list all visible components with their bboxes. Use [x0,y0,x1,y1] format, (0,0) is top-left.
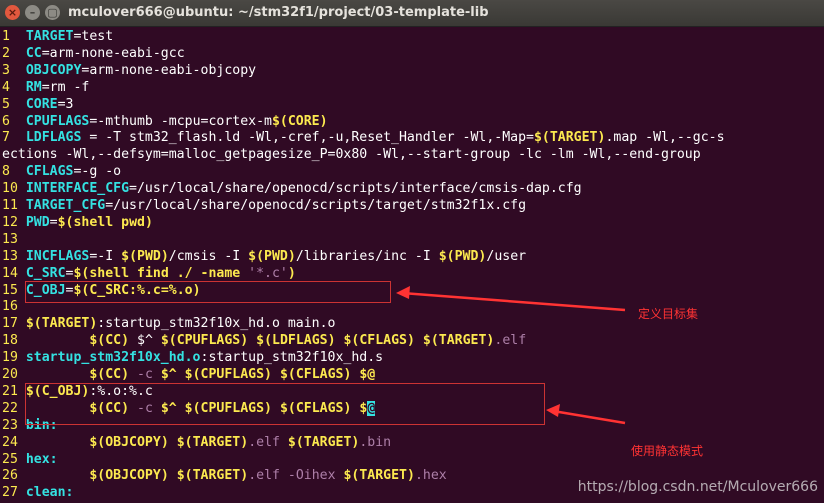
annotation-use-static-pattern: 使用静态模式 [631,444,704,458]
watermark-text: https://blog.csdn.net/Mculover666 [577,479,818,495]
annotation-define-target-set: 定义目标集 [638,307,699,321]
arrow-to-c-obj [396,286,626,425]
